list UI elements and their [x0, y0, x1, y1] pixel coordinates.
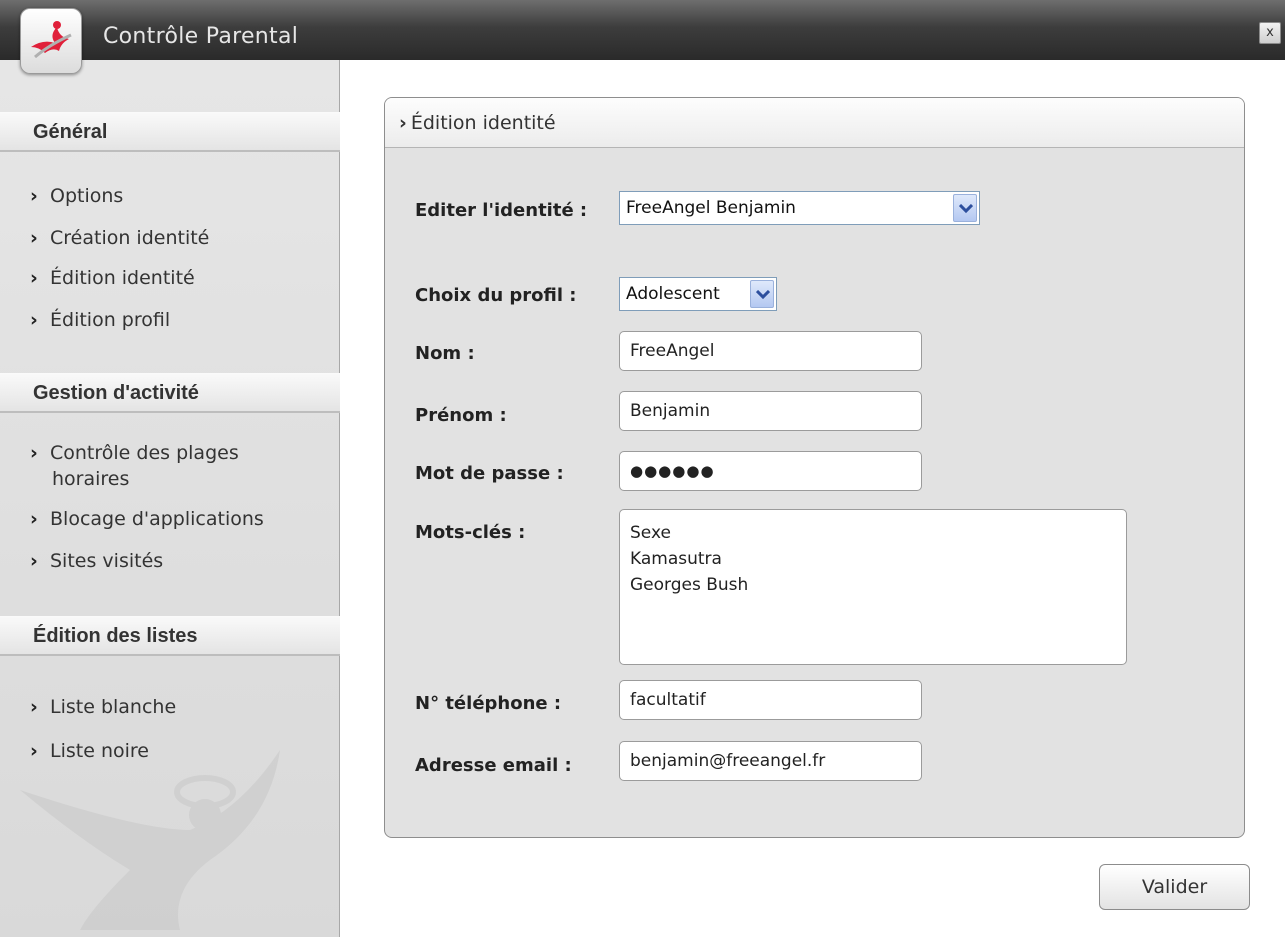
chevron-down-icon[interactable]: [750, 280, 774, 308]
prenom-label: Prénom :: [415, 405, 507, 426]
chevron-down-icon[interactable]: [953, 194, 977, 222]
valider-button[interactable]: Valider: [1099, 864, 1250, 910]
keyword-line: Sexe: [630, 523, 671, 543]
nom-label: Nom :: [415, 343, 475, 364]
chevron-right-icon: ›: [30, 267, 38, 289]
profile-label: Choix du profil :: [415, 285, 577, 306]
sidebar-item-liste-blanche[interactable]: › Liste blanche: [30, 694, 176, 720]
sidebar-item-edition-identite[interactable]: › Édition identité: [30, 265, 195, 291]
keywords-label: Mots-clés :: [415, 522, 526, 543]
sidebar-item-sites-visites[interactable]: › Sites visités: [30, 548, 163, 574]
sidebar-section-gestion: Gestion d'activité: [0, 373, 340, 413]
profile-select[interactable]: Adolescent: [619, 277, 777, 311]
title-bar: Contrôle Parental x: [0, 0, 1285, 60]
window-title: Contrôle Parental: [103, 24, 299, 49]
password-input[interactable]: ●●●●●●: [619, 451, 922, 491]
keyword-line: Kamasutra: [630, 549, 722, 569]
sidebar: Général › Options › Création identité › Édi…: [0, 60, 340, 937]
chevron-right-icon: ›: [30, 696, 38, 718]
sidebar-item-creation-identite[interactable]: › Création identité: [30, 225, 209, 251]
identity-select[interactable]: FreeAngel Benjamin: [619, 191, 980, 225]
close-button[interactable]: x: [1259, 22, 1281, 44]
chevron-right-icon: ›: [30, 508, 38, 530]
angel-logo-icon: [20, 8, 82, 74]
profile-select-value: Adolescent: [626, 284, 720, 304]
identity-select-value: FreeAngel Benjamin: [626, 198, 796, 218]
identity-label: Editer l'identité :: [415, 200, 588, 221]
password-label: Mot de passe :: [415, 463, 564, 484]
sidebar-item-edition-profil[interactable]: › Édition profil: [30, 307, 170, 333]
sidebar-section-listes: Édition des listes: [0, 616, 340, 656]
prenom-input[interactable]: Benjamin: [619, 391, 922, 431]
keywords-textarea[interactable]: Sexe Kamasutra Georges Bush: [619, 509, 1127, 665]
sidebar-item-options[interactable]: › Options: [30, 183, 123, 209]
chevron-right-icon: ›: [30, 227, 38, 249]
chevron-right-icon: ›: [30, 442, 38, 464]
keyword-line: Georges Bush: [630, 575, 749, 595]
panel-header: › Édition identité: [385, 98, 1244, 148]
chevron-right-icon: ›: [30, 309, 38, 331]
angel-watermark-icon: [20, 750, 280, 930]
email-label: Adresse email :: [415, 755, 572, 776]
panel-title: Édition identité: [410, 112, 556, 134]
chevron-right-icon: ›: [30, 550, 38, 572]
sidebar-section-general: Général: [0, 112, 340, 152]
nom-input[interactable]: FreeAngel: [619, 331, 922, 371]
phone-label: N° téléphone :: [415, 693, 562, 714]
phone-input[interactable]: facultatif: [619, 680, 922, 720]
sidebar-item-plages-horaires[interactable]: › Contrôle des plages horaires: [30, 440, 239, 492]
email-input[interactable]: benjamin@freeangel.fr: [619, 741, 922, 781]
sidebar-item-blocage-applications[interactable]: › Blocage d'applications: [30, 506, 264, 532]
chevron-right-icon: ›: [399, 112, 407, 134]
chevron-right-icon: ›: [30, 185, 38, 207]
